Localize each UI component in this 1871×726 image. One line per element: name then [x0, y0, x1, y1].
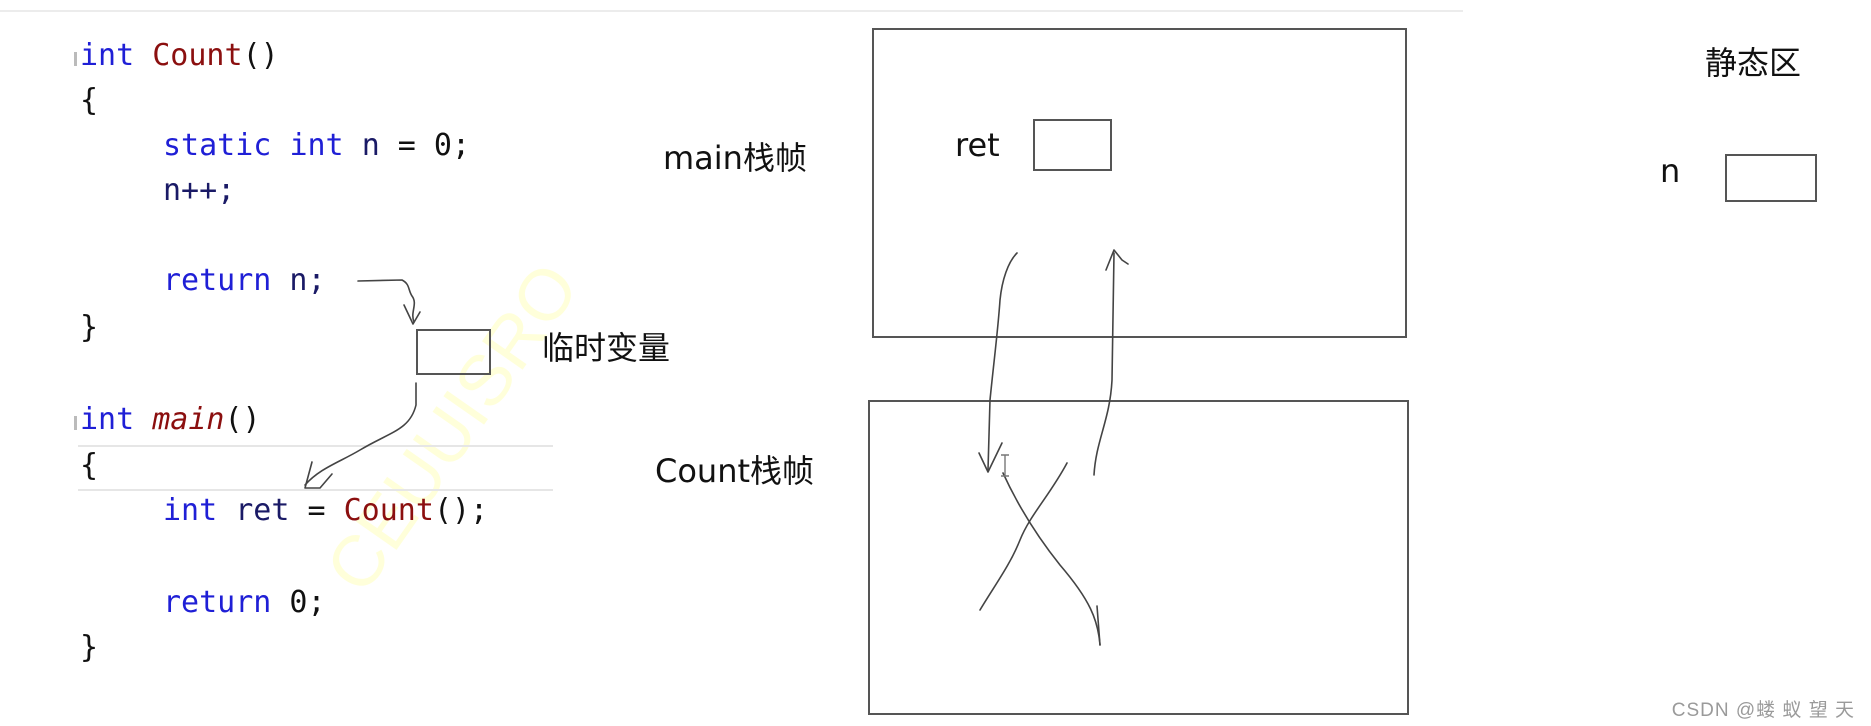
csdn-watermark: CSDN @蝼 蚁 望 天	[1671, 700, 1855, 721]
arrow-temp-to-ret	[304, 382, 417, 486]
arrow-head	[1105, 249, 1129, 271]
arrow-head	[978, 442, 1003, 473]
arrow-return-to-temp	[357, 279, 416, 323]
cross-stroke-1	[1002, 472, 1101, 646]
arrow-count-to-main	[1093, 252, 1115, 476]
arrow-main-to-count	[987, 252, 1018, 471]
arrow-head	[304, 461, 333, 489]
hand-drawn-arrows	[304, 249, 1129, 646]
cross-stroke-2	[979, 462, 1068, 611]
text-cursor-icon	[1001, 454, 1009, 477]
arrow-head	[403, 304, 421, 325]
